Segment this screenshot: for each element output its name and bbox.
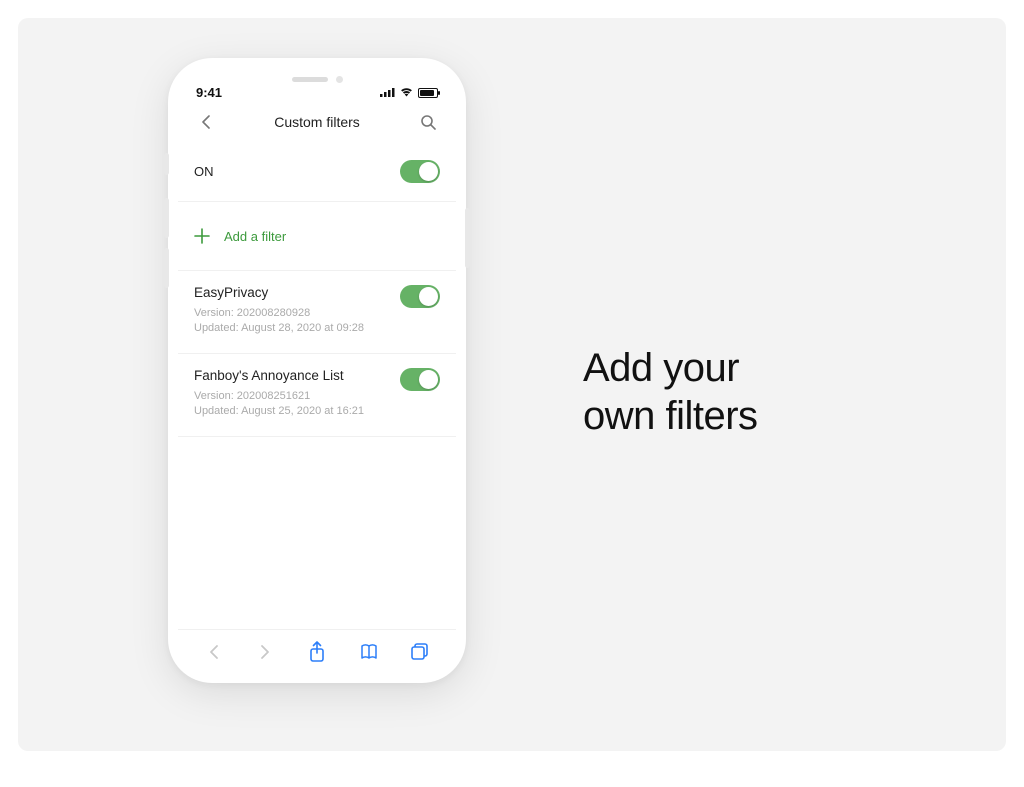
search-icon — [420, 114, 436, 130]
promo-headline: Add your own filters — [583, 344, 758, 440]
chevron-right-icon — [259, 643, 271, 661]
browser-forward-button[interactable] — [254, 641, 276, 663]
filter-toggle-fanboy[interactable] — [400, 368, 440, 391]
search-button[interactable] — [416, 110, 440, 134]
phone-camera — [336, 76, 343, 83]
phone-side-button-volume-up — [164, 198, 169, 238]
filter-row-fanboy[interactable]: Fanboy's Annoyance List Version: 2020082… — [178, 354, 456, 437]
filter-toggle-easyprivacy[interactable] — [400, 285, 440, 308]
bookmarks-button[interactable] — [358, 641, 380, 663]
master-toggle-row: ON — [178, 142, 456, 202]
phone-side-button-volume-down — [164, 248, 169, 288]
back-button[interactable] — [194, 110, 218, 134]
browser-back-button[interactable] — [203, 641, 225, 663]
phone-notch — [257, 68, 377, 90]
page-title: Custom filters — [274, 114, 360, 130]
phone-side-button-power — [465, 208, 470, 268]
add-filter-label: Add a filter — [224, 229, 286, 244]
phone-mockup: 9:41 Custom filters — [168, 58, 466, 683]
cellular-signal-icon — [380, 85, 395, 100]
tabs-icon — [410, 642, 430, 662]
content-area: ON Add a filter EasyPrivacy Version: 202… — [178, 142, 456, 629]
browser-toolbar — [178, 629, 456, 673]
phone-speaker — [292, 77, 328, 82]
plus-icon — [194, 228, 210, 244]
share-icon — [308, 641, 326, 663]
filter-name: Fanboy's Annoyance List — [194, 368, 392, 383]
status-right — [380, 85, 438, 100]
filter-text: Fanboy's Annoyance List Version: 2020082… — [194, 368, 392, 420]
book-icon — [359, 643, 379, 661]
chevron-left-icon — [201, 114, 211, 130]
phone-screen: 9:41 Custom filters — [178, 68, 456, 673]
filter-version: Version: 202008251621 — [194, 389, 392, 404]
filter-version: Version: 202008280928 — [194, 306, 392, 321]
headline-line2: own filters — [583, 392, 758, 440]
master-toggle[interactable] — [400, 160, 440, 183]
master-toggle-label: ON — [194, 164, 214, 179]
add-filter-button[interactable]: Add a filter — [178, 202, 456, 271]
filter-name: EasyPrivacy — [194, 285, 392, 300]
filter-text: EasyPrivacy Version: 202008280928 Update… — [194, 285, 392, 337]
share-button[interactable] — [306, 641, 328, 663]
nav-header: Custom filters — [178, 102, 456, 142]
headline-line1: Add your — [583, 344, 758, 392]
filter-row-easyprivacy[interactable]: EasyPrivacy Version: 202008280928 Update… — [178, 271, 456, 354]
battery-icon — [418, 88, 438, 98]
filter-updated: Updated: August 28, 2020 at 09:28 — [194, 321, 392, 336]
chevron-left-icon — [208, 643, 220, 661]
wifi-icon — [399, 85, 414, 100]
status-time: 9:41 — [196, 85, 222, 100]
promo-stage: 9:41 Custom filters — [18, 18, 1006, 751]
tabs-button[interactable] — [409, 641, 431, 663]
phone-side-button-silence — [164, 153, 169, 175]
filter-updated: Updated: August 25, 2020 at 16:21 — [194, 404, 392, 419]
